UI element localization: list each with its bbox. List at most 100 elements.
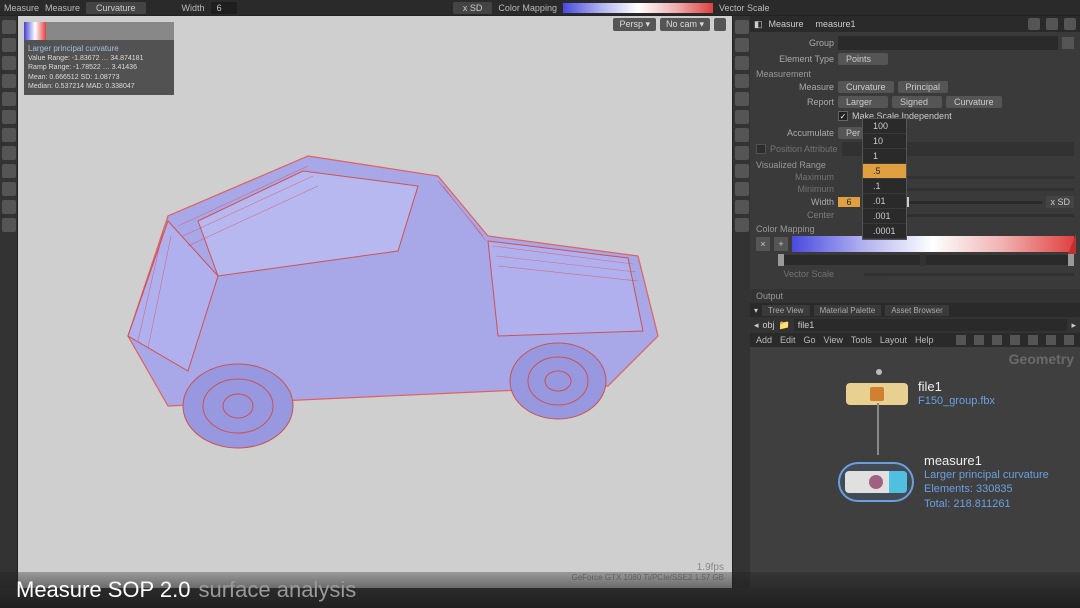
tool-magnet-icon[interactable] bbox=[2, 146, 16, 160]
colormap-gradient[interactable] bbox=[563, 3, 713, 13]
display-xray-icon[interactable] bbox=[735, 146, 749, 160]
measure-mode-select[interactable]: Principal bbox=[898, 81, 949, 93]
vecscale-label: Vector Scale bbox=[719, 3, 770, 13]
tool-scale-icon[interactable] bbox=[2, 74, 16, 88]
group-picker-icon[interactable] bbox=[1062, 37, 1074, 49]
report-select2[interactable]: Signed bbox=[892, 96, 942, 108]
display-cam-icon[interactable] bbox=[735, 200, 749, 214]
scale-independent-checkbox[interactable] bbox=[838, 111, 848, 121]
width-opt-p1[interactable]: .1 bbox=[863, 179, 906, 194]
display-shade-icon[interactable] bbox=[735, 56, 749, 70]
caption-overlay: Measure SOP 2.0 surface analysis bbox=[0, 572, 1080, 608]
viewport-3d[interactable]: Persp ▾ No cam ▾ Larger principal curvat… bbox=[18, 16, 732, 588]
tool-brush-icon[interactable] bbox=[2, 110, 16, 124]
tool-lasso-icon[interactable] bbox=[2, 92, 16, 106]
menu-help[interactable]: Help bbox=[915, 335, 934, 345]
node-input-dot-icon[interactable] bbox=[876, 369, 882, 375]
colormap-handle-icon[interactable] bbox=[1068, 234, 1076, 254]
path-input[interactable]: file1 bbox=[794, 319, 1068, 331]
node-measure1-sub2: Elements: 330835 bbox=[924, 482, 1049, 496]
eltype-select[interactable]: Points bbox=[838, 53, 888, 65]
display-grid-icon[interactable] bbox=[735, 92, 749, 106]
output-section[interactable]: Output bbox=[750, 289, 1080, 303]
tool-snap-icon[interactable] bbox=[2, 128, 16, 142]
colormap-remove-icon[interactable]: × bbox=[756, 237, 770, 251]
menu-add[interactable]: Add bbox=[756, 335, 772, 345]
tool-move-icon[interactable] bbox=[2, 38, 16, 52]
menu-edit[interactable]: Edit bbox=[780, 335, 796, 345]
width-opt-p0001[interactable]: .0001 bbox=[863, 224, 906, 239]
node-file1[interactable]: file1 F150_group.fbx bbox=[846, 379, 995, 408]
tool-select-icon[interactable] bbox=[2, 20, 16, 34]
tab-matpalette[interactable]: Material Palette bbox=[814, 305, 882, 316]
display-wire-icon[interactable] bbox=[735, 38, 749, 52]
colormap-position-track[interactable] bbox=[778, 255, 1074, 265]
net-opt6-icon[interactable] bbox=[1046, 335, 1056, 345]
tool-render-icon[interactable] bbox=[2, 200, 16, 214]
pane-menu-icon[interactable]: ▾ bbox=[754, 306, 758, 315]
tool-view-icon[interactable] bbox=[2, 182, 16, 196]
net-opt3-icon[interactable] bbox=[992, 335, 1002, 345]
tab-label[interactable]: Measure bbox=[45, 3, 80, 13]
net-opt1-icon[interactable] bbox=[956, 335, 966, 345]
net-opt4-icon[interactable] bbox=[1010, 335, 1020, 345]
tool-misc-icon[interactable] bbox=[2, 218, 16, 232]
colormap-ramp[interactable] bbox=[792, 236, 1074, 252]
display-home-icon[interactable] bbox=[735, 20, 749, 34]
width-opt-10[interactable]: 10 bbox=[863, 134, 906, 149]
posattr-label: Position Attribute bbox=[770, 144, 838, 154]
width-step-dropdown[interactable]: 100 10 1 .5 .1 .01 .001 .0001 bbox=[862, 118, 907, 240]
width-opt-p01[interactable]: .01 bbox=[863, 194, 906, 209]
file-node-icon bbox=[870, 387, 884, 401]
parameters-panel: ◧ Measure measure1 Group Element Type Po… bbox=[750, 16, 1080, 588]
display-ghost-icon[interactable] bbox=[735, 128, 749, 142]
path-seg-obj[interactable]: obj bbox=[763, 320, 775, 330]
camera-persp-button[interactable]: Persp ▾ bbox=[613, 18, 656, 31]
vecscale-slider[interactable] bbox=[864, 273, 1074, 276]
group-label: Group bbox=[756, 38, 834, 48]
display-bg-icon[interactable] bbox=[735, 110, 749, 124]
network-view[interactable]: Geometry file1 F150_group.fbx measure1 L… bbox=[750, 347, 1080, 588]
report-select1[interactable]: Larger bbox=[838, 96, 888, 108]
width-opt-p5[interactable]: .5 bbox=[863, 164, 906, 179]
colormap-add-icon[interactable]: + bbox=[774, 237, 788, 251]
posattr-checkbox[interactable] bbox=[756, 144, 766, 154]
menu-tools[interactable]: Tools bbox=[851, 335, 872, 345]
tool-rotate-icon[interactable] bbox=[2, 56, 16, 70]
measure-type-select[interactable]: Curvature bbox=[86, 2, 146, 14]
node-selection-ring-icon bbox=[838, 462, 914, 502]
display-vis-icon[interactable] bbox=[735, 218, 749, 232]
camera-nocam-button[interactable]: No cam ▾ bbox=[660, 18, 710, 31]
net-opt7-icon[interactable] bbox=[1064, 335, 1074, 345]
help-icon[interactable] bbox=[1046, 18, 1058, 30]
measure-select[interactable]: Curvature bbox=[838, 81, 894, 93]
width-unit-select[interactable]: x SD bbox=[453, 2, 493, 14]
minimum-label: Minimum bbox=[756, 184, 834, 194]
path-back-icon[interactable]: ◂ bbox=[754, 320, 759, 331]
node-measure1[interactable]: measure1 Larger principal curvature Elem… bbox=[838, 453, 1049, 511]
display-opts-icon[interactable] bbox=[735, 182, 749, 196]
width-opt-1[interactable]: 1 bbox=[863, 149, 906, 164]
param-node-name-input[interactable]: measure1 bbox=[810, 18, 862, 30]
viewport-lock-icon[interactable] bbox=[714, 18, 726, 31]
width-unit-select[interactable]: x SD bbox=[1046, 196, 1074, 208]
menu-view[interactable]: View bbox=[824, 335, 843, 345]
display-hq-icon[interactable] bbox=[735, 164, 749, 178]
tab-treeview[interactable]: Tree View bbox=[762, 305, 810, 316]
group-input[interactable] bbox=[838, 36, 1058, 50]
tool-hook-icon[interactable] bbox=[2, 164, 16, 178]
display-light-icon[interactable] bbox=[735, 74, 749, 88]
net-opt2-icon[interactable] bbox=[974, 335, 984, 345]
width-opt-p001[interactable]: .001 bbox=[863, 209, 906, 224]
width-param-input[interactable]: 6 bbox=[838, 197, 860, 207]
report-select3[interactable]: Curvature bbox=[946, 96, 1002, 108]
menu-go[interactable]: Go bbox=[804, 335, 816, 345]
menu-layout[interactable]: Layout bbox=[880, 335, 907, 345]
pin-icon[interactable] bbox=[1064, 18, 1076, 30]
path-fwd-icon[interactable]: ▸ bbox=[1071, 320, 1076, 331]
net-opt5-icon[interactable] bbox=[1028, 335, 1038, 345]
width-value-input[interactable]: 6 bbox=[211, 2, 237, 14]
width-opt-100[interactable]: 100 bbox=[863, 119, 906, 134]
tab-assetbrowser[interactable]: Asset Browser bbox=[885, 305, 949, 316]
gear-icon[interactable] bbox=[1028, 18, 1040, 30]
